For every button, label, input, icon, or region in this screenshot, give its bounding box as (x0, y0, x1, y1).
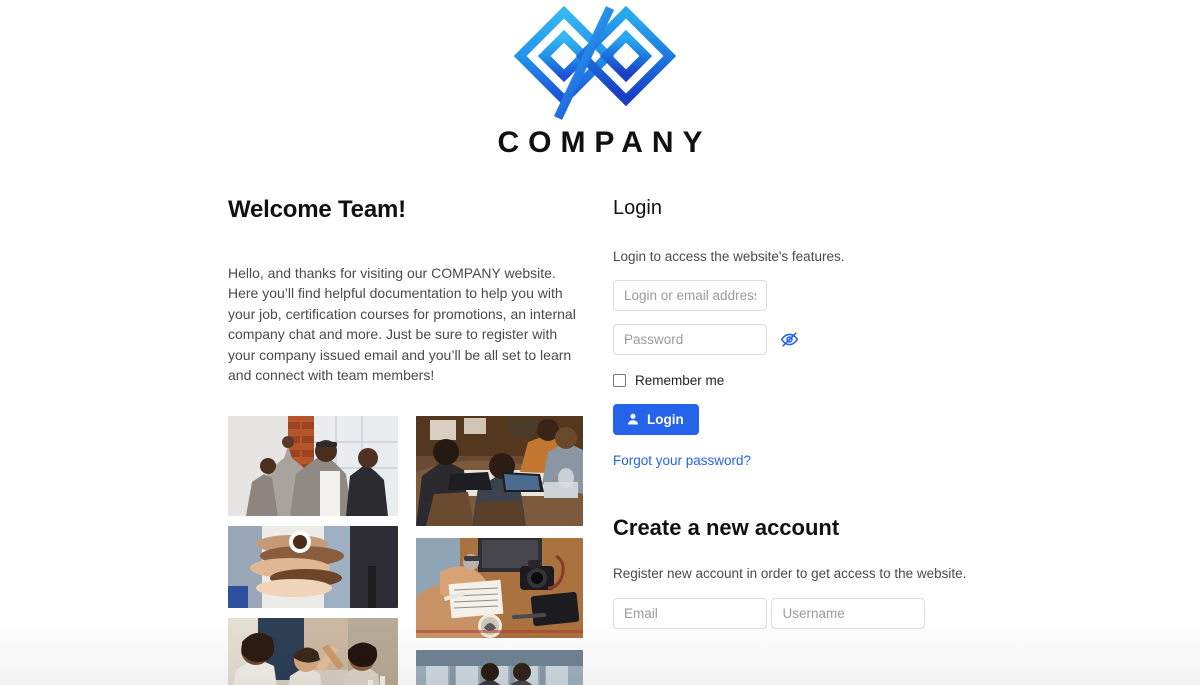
user-icon (628, 414, 638, 425)
gallery-image-hands-together (228, 525, 398, 608)
auth-column: Login Login to access the website's feat… (613, 196, 973, 630)
register-subtitle: Register new account in order to get acc… (613, 566, 967, 582)
gallery-image-high-five (228, 617, 398, 685)
welcome-column: Welcome Team! Hello, and thanks for visi… (228, 196, 583, 685)
password-row (613, 311, 973, 355)
page-title: Welcome Team! (228, 196, 406, 223)
register-section: Create a new account Register new accoun… (613, 514, 973, 630)
brand-name: COMPANY (497, 126, 712, 159)
gallery-image-glass-office-meeting (416, 649, 583, 685)
login-page: COMPANY Welcome Team! Hello, and thanks … (0, 0, 1200, 685)
eye-slash-icon[interactable] (779, 329, 799, 349)
login-username-input[interactable] (613, 279, 767, 311)
login-button[interactable]: Login (613, 403, 699, 435)
gallery-image-desk-sketching (416, 537, 583, 638)
page-bottom-shadow (0, 615, 1200, 685)
register-heading: Create a new account (613, 514, 840, 540)
gallery-image-laptop-meeting (416, 415, 583, 526)
register-username-input[interactable] (771, 598, 926, 630)
remember-me-checkbox[interactable] (613, 373, 626, 387)
gallery-column-right (416, 415, 583, 685)
welcome-body-text: Hello, and thanks for visiting our COMPA… (228, 264, 576, 384)
interlocking-diamonds-logo-icon (514, 6, 677, 120)
login-heading: Login (613, 197, 662, 219)
remember-me-row[interactable]: Remember me (613, 373, 973, 388)
gallery-image-whiteboard (228, 415, 398, 516)
forgot-password-link[interactable]: Forgot your password? (613, 453, 973, 468)
gallery-column-left (228, 415, 398, 685)
login-password-input[interactable] (613, 323, 767, 355)
brand-header: COMPANY (0, 0, 1200, 178)
photo-gallery (228, 415, 583, 685)
register-email-input[interactable] (613, 598, 767, 630)
remember-me-label: Remember me (635, 372, 725, 388)
login-subtitle: Login to access the website's features. (613, 249, 845, 264)
login-button-label: Login (647, 411, 684, 427)
